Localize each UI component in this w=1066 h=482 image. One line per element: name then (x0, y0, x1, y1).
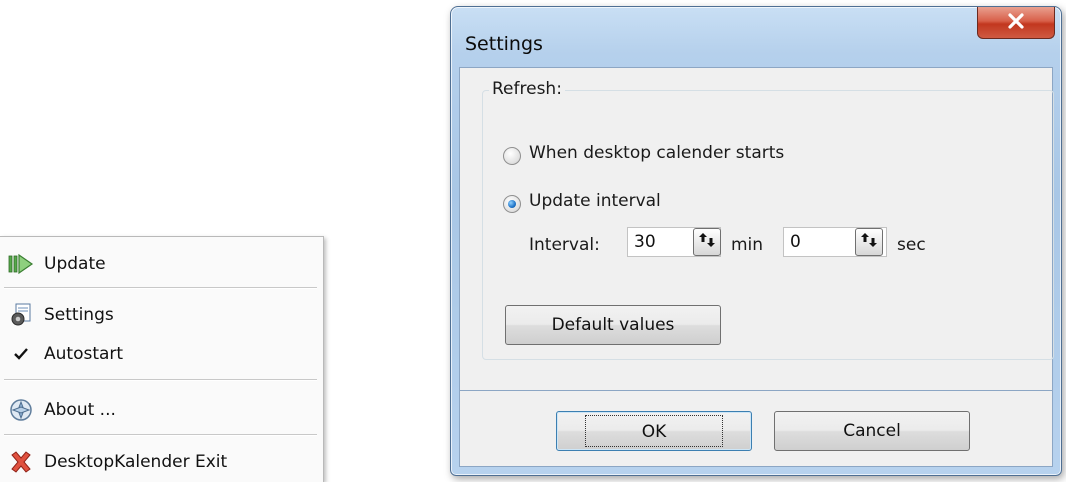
update-arrow-icon (6, 252, 36, 276)
close-x-icon (1007, 12, 1025, 33)
radio-when-starts[interactable] (503, 147, 521, 165)
menu-item-about[interactable]: About ... (6, 393, 317, 427)
minutes-unit-label: min (731, 235, 764, 255)
settings-dialog: Settings Refresh: When desktop calender … (450, 6, 1062, 476)
menu-item-label: Settings (44, 305, 114, 325)
default-values-button[interactable]: Default values (505, 305, 721, 345)
interval-label: Interval: (529, 235, 600, 255)
radio-when-starts-label[interactable]: When desktop calender starts (529, 143, 784, 163)
menu-item-label: Autostart (44, 344, 124, 364)
radio-update-interval-label[interactable]: Update interval (529, 191, 661, 211)
menu-item-label: Update (44, 254, 106, 274)
up-down-arrows-icon (860, 231, 878, 253)
menu-separator (4, 379, 317, 381)
about-info-icon (6, 398, 36, 422)
refresh-groupbox: Refresh: When desktop calender starts Up… (482, 79, 1054, 360)
refresh-group-label: Refresh: (489, 79, 565, 99)
menu-item-label: About ... (44, 400, 116, 420)
up-down-arrows-icon (698, 231, 716, 253)
menu-item-autostart[interactable]: Autostart (6, 337, 317, 371)
tray-context-menu: Update Settings Autostart About ... Desk… (0, 236, 324, 482)
cancel-button[interactable]: Cancel (774, 411, 970, 451)
dialog-button-bar: OK Cancel (459, 391, 1053, 467)
checkmark-icon (6, 342, 36, 366)
dialog-title: Settings (465, 33, 543, 55)
menu-separator (4, 287, 317, 289)
dialog-client-area: Refresh: When desktop calender starts Up… (459, 67, 1054, 391)
settings-gear-icon (6, 303, 36, 327)
menu-item-exit[interactable]: DesktopKalender Exit (6, 445, 317, 479)
menu-item-settings[interactable]: Settings (6, 298, 317, 332)
ok-button[interactable]: OK (556, 411, 752, 451)
ok-button-label: OK (584, 415, 724, 447)
menu-item-label: DesktopKalender Exit (44, 452, 228, 472)
radio-update-interval[interactable] (503, 195, 521, 213)
seconds-spinner[interactable] (855, 228, 883, 256)
seconds-unit-label: sec (897, 235, 926, 255)
close-button[interactable] (977, 7, 1055, 39)
exit-x-icon (6, 450, 36, 474)
minutes-spinner[interactable] (693, 228, 721, 256)
menu-item-update[interactable]: Update (6, 247, 317, 281)
menu-separator (4, 434, 317, 436)
